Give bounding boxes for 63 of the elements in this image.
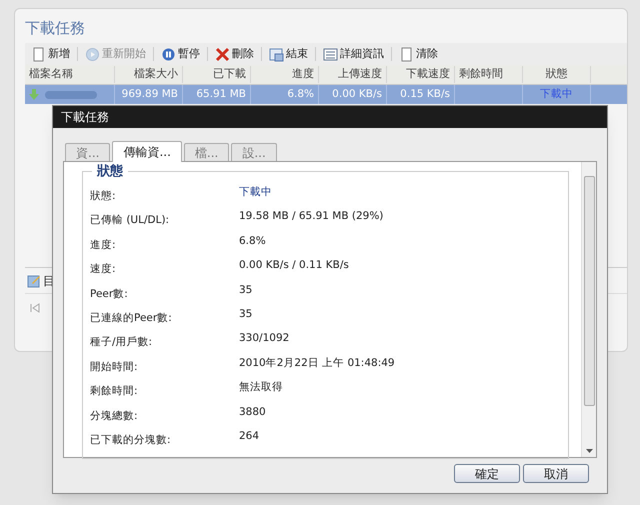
column-header[interactable]: 上傳速度 [319, 66, 387, 83]
dialog-button[interactable]: 確定 [454, 464, 520, 483]
play-icon [85, 46, 100, 62]
dialog-button[interactable]: 取消 [523, 464, 589, 483]
field-label: 分塊總數: [90, 408, 139, 424]
field-label: Peer數: [90, 286, 129, 302]
field-label: 狀態: [90, 189, 117, 204]
table-cell-text: 65.91 MB [196, 86, 246, 102]
field-value: 下載中 [239, 185, 272, 200]
download-arrow-icon [29, 89, 39, 100]
cross-icon [215, 46, 230, 62]
field-value: 2010年2月22日 上午 01:48:49 [239, 356, 395, 371]
field-label: 種子/用戶數: [90, 335, 154, 350]
window-title: 下載任務 [25, 18, 86, 39]
field-value: 6.8% [239, 234, 266, 249]
field-label: 速度: [90, 262, 117, 278]
pause-icon [161, 46, 176, 62]
scroll-down-icon[interactable] [586, 449, 592, 453]
list-icon [323, 46, 338, 62]
dialog-title: 下載任務 [53, 106, 607, 128]
tab[interactable]: 資... [65, 143, 110, 161]
table-cell-text: 6.8% [287, 86, 314, 102]
field-label: 進度: [90, 238, 117, 253]
column-header[interactable]: 剩餘時間 [455, 66, 523, 83]
window-icon [269, 46, 284, 62]
field-value: 35 [239, 282, 252, 298]
first-page-icon[interactable] [29, 302, 41, 314]
table-cell-text: 下載中 [540, 86, 573, 102]
toolbar-button[interactable]: 詳細資訊 [323, 46, 384, 62]
blurred-filename [45, 90, 97, 98]
table-cell-text: 969.89 MB [122, 86, 178, 102]
toolbar-button[interactable]: 結束 [269, 46, 308, 62]
column-header[interactable]: 檔案大小 [115, 66, 183, 83]
field-value: 19.58 MB / 65.91 MB (29%) [239, 209, 384, 224]
field-label: 已傳輸 (UL/DL): [90, 213, 170, 228]
column-header[interactable]: 狀態 [523, 66, 591, 83]
tab[interactable]: 檔... [184, 143, 230, 161]
toolbar-button[interactable]: 暫停 [161, 46, 200, 62]
column-header[interactable]: 下載速度 [387, 66, 455, 83]
field-label: 已下載的分塊數: [90, 432, 172, 448]
field-value: 0.00 KB/s / 0.11 KB/s [239, 258, 349, 274]
toolbar-button[interactable]: 清除 [399, 46, 438, 62]
column-header[interactable]: 已下載 [183, 66, 251, 83]
field-value: 3880 [239, 404, 266, 420]
toolbar-button[interactable]: 刪除 [215, 46, 254, 62]
tab[interactable]: 傳輸資... [112, 141, 182, 162]
field-label: 剩餘時間: [90, 384, 139, 400]
field-value: 無法取得 [239, 380, 283, 396]
toolbar-button[interactable]: 新增 [31, 46, 70, 62]
notes-icon[interactable] [27, 274, 41, 288]
field-value: 330/1092 [239, 331, 290, 346]
page-icon [31, 46, 46, 62]
tab[interactable]: 設... [231, 143, 277, 161]
field-label: 已連線的Peer數: [90, 310, 173, 326]
column-header[interactable]: 檔案名稱 [25, 66, 115, 83]
field-label: 開始時間: [90, 360, 139, 375]
scrollbar[interactable] [581, 162, 596, 457]
field-value: 264 [239, 428, 260, 444]
column-header[interactable]: 進度 [251, 66, 319, 83]
field-value: 35 [239, 306, 252, 322]
page-icon [399, 46, 414, 62]
table-cell-text: 0.15 KB/s [400, 86, 450, 102]
table-cell-text: 0.00 KB/s [332, 86, 382, 102]
